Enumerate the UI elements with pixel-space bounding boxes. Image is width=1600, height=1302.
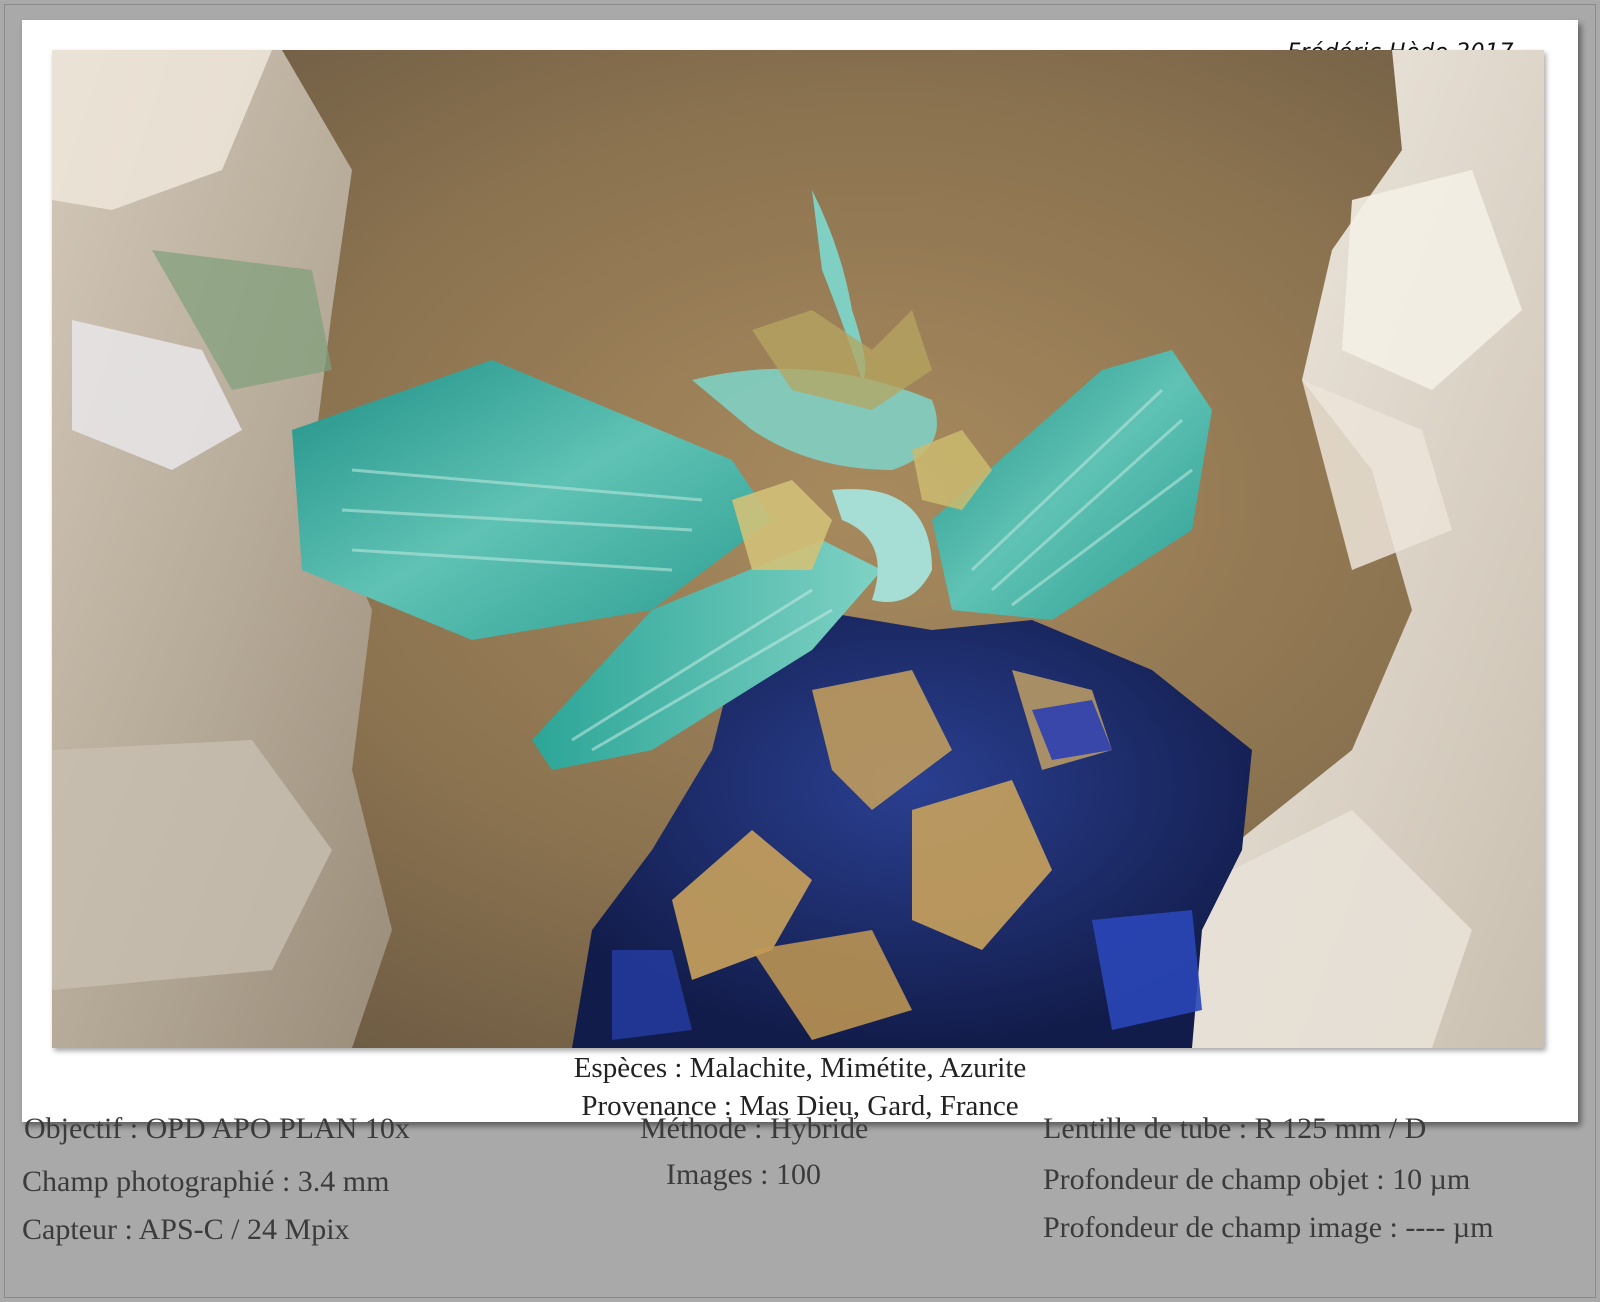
object-dof-label: Profondeur de champ objet : 10 µm <box>1043 1163 1471 1196</box>
image-dof-label: Profondeur de champ image : ---- µm <box>1043 1211 1494 1244</box>
tube-lens-label: Lentille de tube : R 125 mm / D <box>1043 1112 1427 1145</box>
mineral-illustration <box>52 50 1544 1048</box>
field-label: Champ photographié : 3.4 mm <box>22 1165 390 1198</box>
objective-label: Objectif : OPD APO PLAN 10x <box>24 1112 410 1145</box>
photo-card: Frédéric Hède 2017 <box>22 20 1578 1122</box>
method-label: Méthode : Hybride <box>640 1112 869 1145</box>
sensor-label: Capteur : APS-C / 24 Mpix <box>22 1213 350 1246</box>
species-caption: Espèces : Malachite, Mimétite, Azurite <box>573 1052 1027 1084</box>
mineral-photo <box>52 50 1544 1048</box>
images-count-label: Images : 100 <box>666 1158 821 1191</box>
